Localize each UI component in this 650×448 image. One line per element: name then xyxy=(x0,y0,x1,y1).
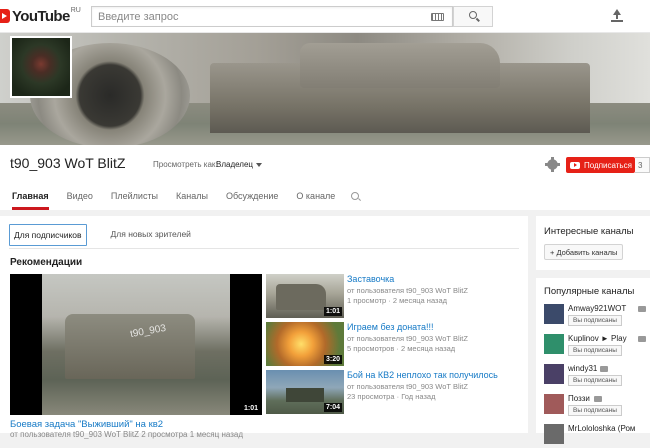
popular-channel-item[interactable]: MrLololoshka (Ром xyxy=(544,424,650,448)
avatar[interactable] xyxy=(544,304,564,324)
avatar[interactable] xyxy=(544,364,564,384)
video-meta: 5 просмотров · 2 месяца назад xyxy=(347,344,456,353)
channel-name[interactable]: Kuplinov ► Play xyxy=(568,334,627,343)
video-meta: 23 просмотра · Год назад xyxy=(347,392,436,401)
channel-name[interactable]: Amway921WOT xyxy=(568,304,626,313)
divider xyxy=(9,248,519,249)
tab-channels[interactable]: Каналы xyxy=(176,183,208,210)
video-item[interactable]: 3:20 Играем без доната!!! от пользовател… xyxy=(266,322,526,366)
view-as-label: Просмотреть как: xyxy=(153,160,218,169)
channel-title[interactable]: t90_903 WoT BlitZ xyxy=(10,155,125,171)
popular-channel-item[interactable]: Поззи Вы подписаны xyxy=(544,394,650,418)
tab-about[interactable]: О канале xyxy=(296,183,335,210)
video-title[interactable]: Заставочка xyxy=(347,274,394,284)
upload-icon[interactable] xyxy=(611,9,623,23)
channel-banner xyxy=(0,33,650,145)
subscribed-button[interactable]: Вы подписаны xyxy=(568,375,622,386)
channel-avatar[interactable] xyxy=(10,36,72,98)
tab-discussion[interactable]: Обсуждение xyxy=(226,183,278,210)
featured-video-meta: от пользователя t90_903 WoT BlitZ 2 прос… xyxy=(10,430,244,439)
video-item[interactable]: 7:04 Бой на КВ2 неплохо так получилось о… xyxy=(266,370,526,414)
interesting-channels-title: Интересные каналы xyxy=(544,226,634,237)
message-icon[interactable] xyxy=(594,396,602,402)
popular-channel-item[interactable]: windy31 Вы подписаны xyxy=(544,364,650,388)
channel-tabs: Главная Видео Плейлисты Каналы Обсуждени… xyxy=(0,183,360,210)
channel-name[interactable]: Поззи xyxy=(568,394,590,403)
video-meta: 1 просмотр · 2 месяца назад xyxy=(347,296,448,305)
video-thumbnail[interactable]: 7:04 xyxy=(266,370,344,414)
main-content: Для подписчиков Для новых зрителей Реком… xyxy=(0,216,528,439)
subscribed-button[interactable]: Вы подписаны xyxy=(568,315,622,326)
popular-channel-item[interactable]: Kuplinov ► Play Вы подписаны xyxy=(544,334,650,358)
video-thumbnail[interactable]: 3:20 xyxy=(266,322,344,366)
tab-for-subscribers[interactable]: Для подписчиков xyxy=(9,224,87,246)
sidebar: Интересные каналы + Добавить каналы Попу… xyxy=(536,216,650,444)
divider xyxy=(536,270,650,278)
channel-name[interactable]: windy31 xyxy=(568,364,597,373)
tab-playlists[interactable]: Плейлисты xyxy=(111,183,158,210)
video-duration: 1:01 xyxy=(241,404,260,413)
message-icon[interactable] xyxy=(638,306,646,312)
featured-video-thumbnail[interactable]: t90_903 1:01 xyxy=(10,274,262,415)
video-title[interactable]: Бой на КВ2 неплохо так получилось xyxy=(347,370,498,380)
chevron-down-icon xyxy=(256,162,263,167)
avatar[interactable] xyxy=(544,334,564,354)
popular-channels-title: Популярные каналы xyxy=(544,286,635,297)
subscribe-button[interactable]: Подписаться xyxy=(566,157,635,173)
video-author: от пользователя t90_903 WoT BlitZ xyxy=(347,334,468,343)
video-title[interactable]: Играем без доната!!! xyxy=(347,322,434,332)
youtube-logo[interactable]: YouTube RU xyxy=(0,6,81,26)
video-duration: 3:20 xyxy=(323,355,342,364)
channel-header: t90_903 WoT BlitZ Просмотреть как: Владе… xyxy=(0,33,650,210)
logo-region: RU xyxy=(70,7,81,14)
search-input[interactable] xyxy=(92,7,412,26)
video-thumbnail[interactable]: 1:01 xyxy=(266,274,344,318)
subscribed-button[interactable]: Вы подписаны xyxy=(568,345,622,356)
youtube-play-icon xyxy=(0,9,10,23)
keyboard-icon[interactable] xyxy=(431,13,444,21)
audience-tabs: Для подписчиков Для новых зрителей xyxy=(9,224,215,246)
popular-channel-item[interactable]: Amway921WOT Вы подписаны xyxy=(544,304,650,328)
recommendations-title: Рекомендации xyxy=(10,257,83,268)
tab-for-new-viewers[interactable]: Для новых зрителей xyxy=(107,224,195,246)
search-box xyxy=(91,6,453,27)
featured-video-title[interactable]: Боевая задача "Выживший" на кв2 xyxy=(10,419,163,430)
avatar[interactable] xyxy=(544,394,564,414)
tab-videos[interactable]: Видео xyxy=(67,183,93,210)
tab-home[interactable]: Главная xyxy=(12,183,49,210)
message-icon[interactable] xyxy=(638,336,646,342)
logo-text: YouTube xyxy=(12,7,70,25)
masthead: YouTube RU xyxy=(0,0,650,33)
avatar[interactable] xyxy=(544,424,564,444)
youtube-mini-icon xyxy=(570,161,580,169)
message-icon[interactable] xyxy=(600,366,608,372)
subscribe-label: Подписаться xyxy=(584,160,632,170)
channel-name[interactable]: MrLololoshka (Ром xyxy=(568,424,635,433)
video-duration: 1:01 xyxy=(323,307,342,316)
channel-search-icon[interactable] xyxy=(351,192,360,200)
view-as-value: Владелец xyxy=(216,160,254,169)
view-as-dropdown[interactable]: Владелец xyxy=(216,160,263,169)
video-author: от пользователя t90_903 WoT BlitZ xyxy=(347,286,468,295)
gear-icon[interactable] xyxy=(545,157,560,172)
add-channels-button[interactable]: + Добавить каналы xyxy=(544,244,624,260)
search-button[interactable] xyxy=(453,6,493,27)
search-icon xyxy=(469,11,477,19)
subscribed-button[interactable]: Вы подписаны xyxy=(568,405,622,416)
video-duration: 7:04 xyxy=(323,403,342,412)
subscriber-count: 3 xyxy=(635,157,650,173)
video-item[interactable]: 1:01 Заставочка от пользователя t90_903 … xyxy=(266,274,526,318)
video-author: от пользователя t90_903 WoT BlitZ xyxy=(347,382,468,391)
